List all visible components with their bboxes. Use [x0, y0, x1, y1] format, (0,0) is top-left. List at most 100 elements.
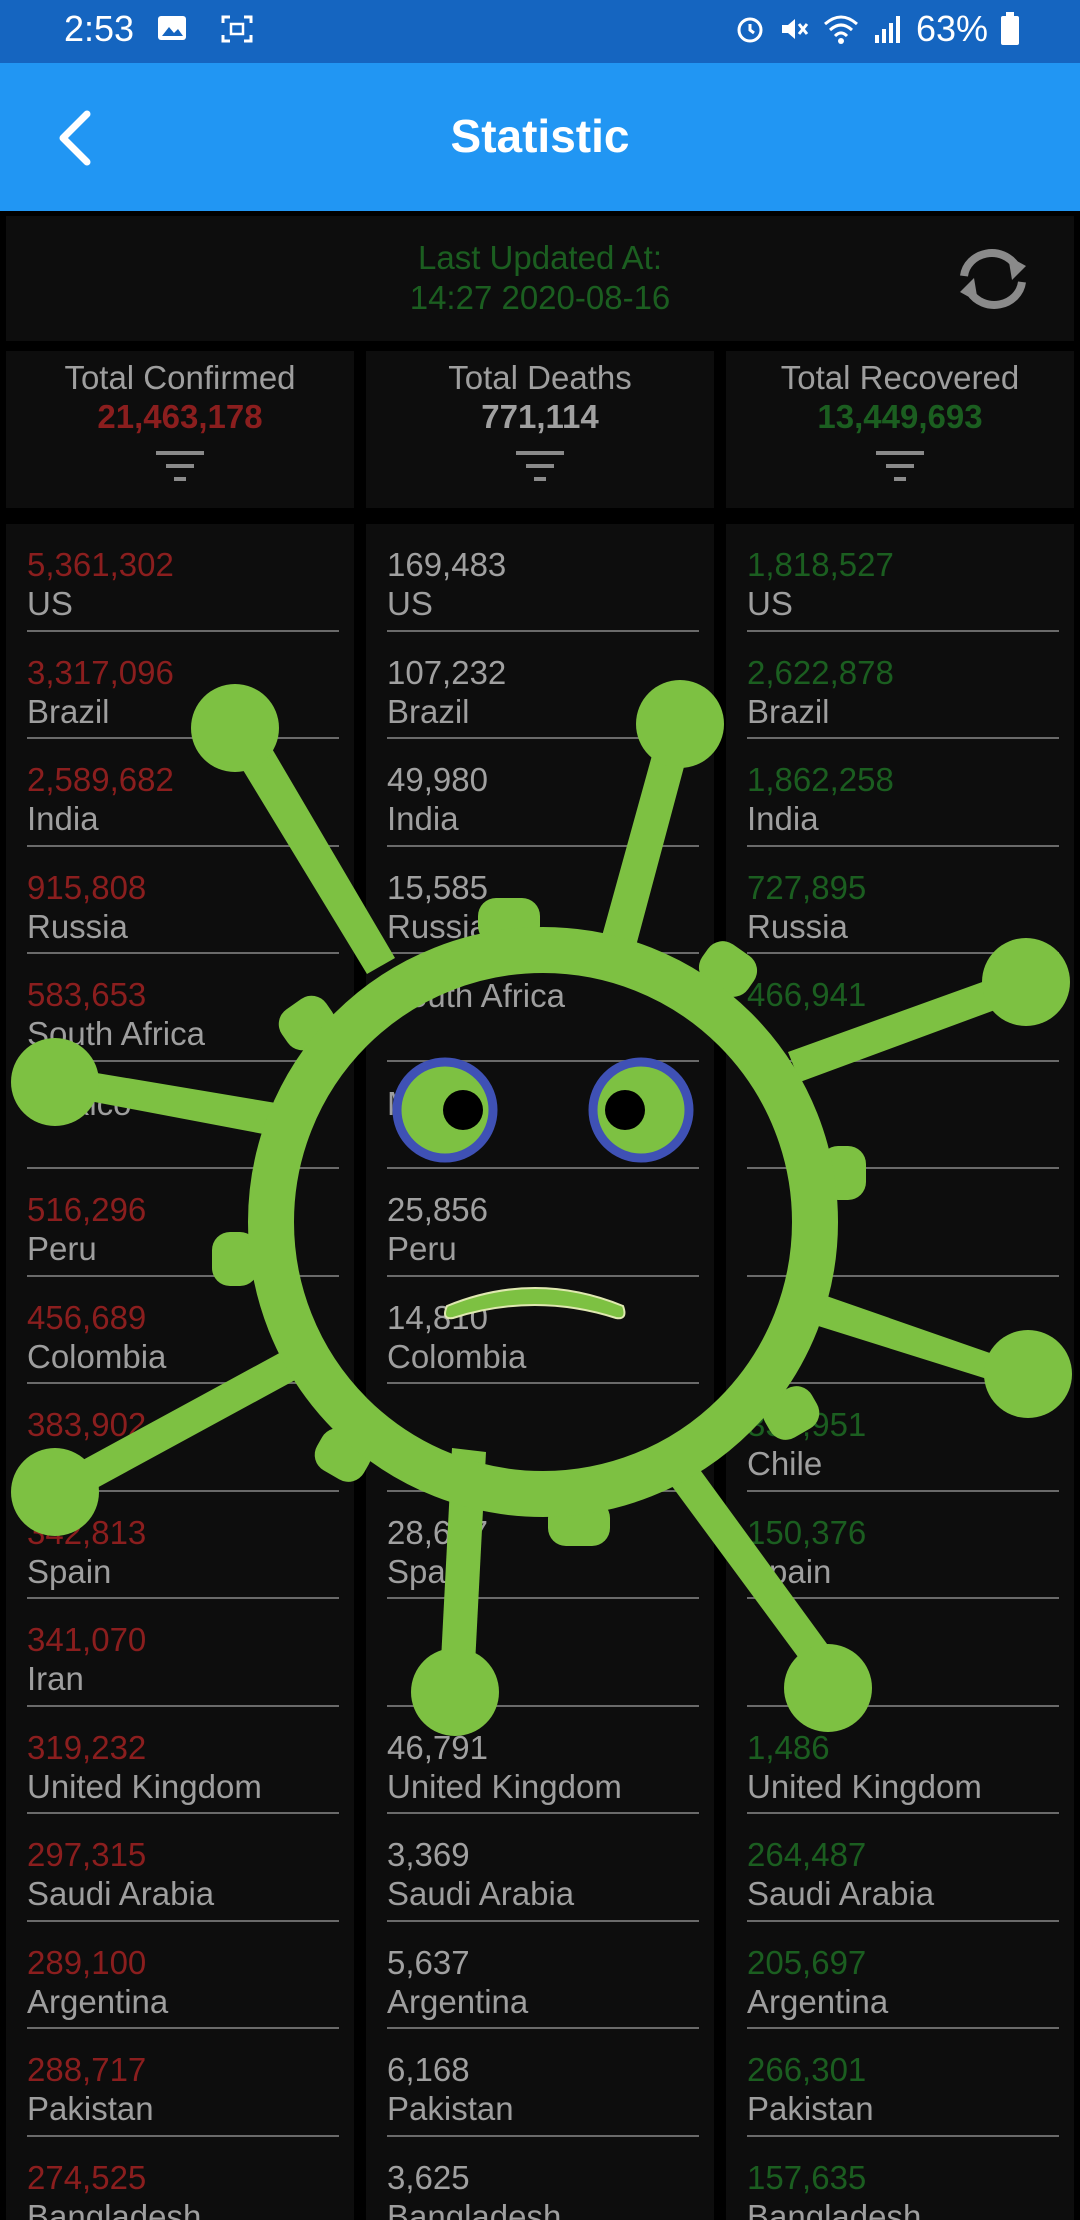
- confirmed-count: 3,317,096: [27, 653, 174, 691]
- confirmed-count: 456,689: [27, 1298, 147, 1336]
- list-item[interactable]: 274,525 Bangladesh: [27, 2137, 339, 2220]
- total-confirmed-value: 21,463,178: [97, 398, 263, 435]
- total-deaths-card: Total Deaths 771,114: [366, 351, 714, 508]
- total-recovered-label: Total Recovered: [780, 359, 1020, 396]
- country-name: Spain: [387, 1552, 472, 1590]
- sort-filter-icon[interactable]: [155, 449, 205, 483]
- list-item[interactable]: 1,486 United Kingdom: [747, 1707, 1059, 1814]
- list-item[interactable]: 14,810 Colombia: [387, 1277, 699, 1384]
- list-item[interactable]: 3,369 Saudi Arabia: [387, 1814, 699, 1922]
- list-item[interactable]: 150,376 Spain: [747, 1492, 1059, 1599]
- last-updated-panel: Last Updated At: 14:27 2020-08-16: [6, 216, 1074, 341]
- screenshot-icon: [221, 15, 253, 43]
- list-item[interactable]: 205,697 Argentina: [747, 1922, 1059, 2029]
- list-item[interactable]: South Africa: [387, 954, 699, 1062]
- sort-filter-icon[interactable]: [875, 449, 925, 483]
- list-item[interactable]: 25,856 Peru: [387, 1169, 699, 1277]
- list-item[interactable]: 727,895 Russia: [747, 847, 1059, 954]
- deaths-count: 3,369: [387, 1836, 470, 1873]
- list-item[interactable]: 266,301 Pakistan: [747, 2029, 1059, 2137]
- list-item[interactable]: 1,862,258 India: [747, 739, 1059, 847]
- list-item[interactable]: 15,585 Russia: [387, 847, 699, 954]
- list-item[interactable]: 356,951 Chile: [747, 1384, 1059, 1492]
- mute-icon: [781, 19, 809, 39]
- list-item[interactable]: 342,813 Spain: [27, 1492, 339, 1599]
- deaths-list[interactable]: 169,483 US 107,232 Brazil 49,980 India 15,5…: [366, 524, 714, 2220]
- list-item[interactable]: 3,625 Bangladesh: [387, 2137, 699, 2220]
- recovered-count: 157,635: [747, 2158, 867, 2196]
- list-item[interactable]: [387, 1599, 699, 1707]
- country-name: US: [747, 585, 793, 622]
- country-name: Mexico: [27, 1084, 132, 1122]
- recovered-count: 150,376: [747, 1513, 867, 1551]
- country-name: Pakistan: [387, 2090, 514, 2127]
- list-item[interactable]: 456,689 Colombia: [27, 1277, 339, 1384]
- deaths-count: 14,810: [387, 1298, 488, 1336]
- country-name: Bangladesh: [27, 2197, 202, 2220]
- list-item[interactable]: 583,653 South Africa: [27, 954, 339, 1062]
- app-bar: Statistic: [0, 63, 1080, 211]
- country-name: Brazil: [747, 692, 830, 730]
- recovered-list[interactable]: 1,818,527 US 2,622,878 Brazil 1,862,258 Ind…: [726, 524, 1074, 2220]
- confirmed-list[interactable]: 5,361,302 US 3,317,096 Brazil 2,589,682 Ind…: [6, 524, 354, 2220]
- list-item[interactable]: 288,717 Pakistan: [27, 2029, 339, 2137]
- list-item[interactable]: 2,589,682 India: [27, 739, 339, 847]
- list-item[interactable]: 5,361,302 US: [27, 524, 339, 632]
- confirmed-count: 342,813: [27, 1513, 147, 1551]
- list-item[interactable]: 5,637 Argentina: [387, 1922, 699, 2029]
- list-item[interactable]: [747, 1599, 1059, 1707]
- recovered-count: 1,862,258: [747, 761, 894, 798]
- list-item[interactable]: 319,232 United Kingdom: [27, 1707, 339, 1814]
- list-item[interactable]: 264,487 Saudi Arabia: [747, 1814, 1059, 1922]
- list-item[interactable]: 383,902: [27, 1384, 339, 1492]
- country-name: United Kingdom: [27, 1767, 262, 1805]
- list-item[interactable]: 169,483 US: [387, 524, 699, 632]
- wifi-icon: [823, 15, 858, 44]
- list-item[interactable]: [747, 1277, 1059, 1384]
- list-item[interactable]: [747, 1062, 1059, 1169]
- list-item[interactable]: [387, 1384, 699, 1492]
- list-item[interactable]: 49,980 India: [387, 739, 699, 847]
- list-item[interactable]: 297,315 Saudi Arabia: [27, 1814, 339, 1922]
- list-item[interactable]: 341,070 Iran: [27, 1599, 339, 1707]
- country-name: Mexico: [387, 1084, 492, 1122]
- country-name: Russia: [387, 907, 488, 945]
- deaths-count: 25,856: [387, 1191, 488, 1228]
- country-name: Pakistan: [747, 2090, 874, 2127]
- list-item[interactable]: 1,818,527 US: [747, 524, 1059, 632]
- list-item[interactable]: 915,808 Russia: [27, 847, 339, 954]
- country-name: Bangladesh: [747, 2197, 922, 2220]
- recovered-count: 266,301: [747, 2051, 867, 2088]
- list-item[interactable]: 46,791 United Kingdom: [387, 1707, 699, 1814]
- list-item[interactable]: Mexico: [387, 1062, 699, 1169]
- confirmed-count: 2,589,682: [27, 761, 174, 798]
- country-name: Colombia: [27, 1337, 167, 1375]
- total-recovered-card: Total Recovered 13,449,693: [726, 351, 1074, 508]
- list-item[interactable]: Mexico: [27, 1062, 339, 1169]
- refresh-icon[interactable]: [950, 244, 1036, 314]
- deaths-count: 46,791: [387, 1728, 488, 1766]
- list-item[interactable]: 466,941: [747, 954, 1059, 1062]
- country-name: Iran: [27, 1660, 84, 1697]
- sort-filter-icon[interactable]: [515, 449, 565, 483]
- list-item[interactable]: 28,617 Spain: [387, 1492, 699, 1599]
- list-item[interactable]: 3,317,096 Brazil: [27, 632, 339, 739]
- list-item[interactable]: 289,100 Argentina: [27, 1922, 339, 2029]
- confirmed-count: 5,361,302: [27, 546, 174, 583]
- country-name: Peru: [27, 1230, 97, 1267]
- country-name: India: [27, 800, 99, 837]
- list-item[interactable]: 107,232 Brazil: [387, 632, 699, 739]
- list-item[interactable]: 157,635 Bangladesh: [747, 2137, 1059, 2220]
- recovered-count: 1,486: [747, 1728, 830, 1766]
- list-item[interactable]: 2,622,878 Brazil: [747, 632, 1059, 739]
- confirmed-count: 297,315: [27, 1836, 147, 1873]
- country-name: Peru: [387, 1230, 457, 1267]
- country-name: Colombia: [387, 1337, 527, 1375]
- country-name: Spain: [747, 1552, 832, 1590]
- last-updated-label: Last Updated At:: [417, 239, 662, 276]
- confirmed-count: 915,808: [27, 868, 147, 906]
- total-deaths-value: 771,114: [481, 398, 599, 435]
- list-item[interactable]: [747, 1169, 1059, 1277]
- list-item[interactable]: 6,168 Pakistan: [387, 2029, 699, 2137]
- list-item[interactable]: 516,296 Peru: [27, 1169, 339, 1277]
